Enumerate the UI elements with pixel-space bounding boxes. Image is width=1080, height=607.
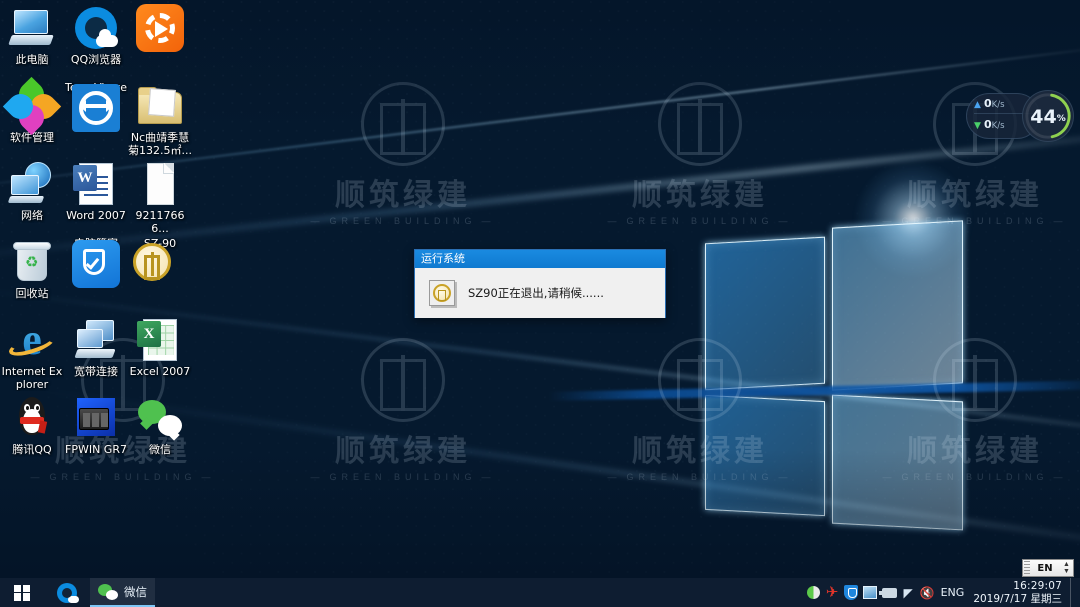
download-arrow-icon: ▼ bbox=[974, 121, 981, 131]
tray-icon-wifi[interactable]: ◤ bbox=[899, 578, 918, 607]
fpwin-gr7-icon bbox=[72, 394, 120, 442]
desktop-icon-label: 回收站 bbox=[15, 288, 49, 300]
qq-browser-icon bbox=[72, 4, 120, 52]
desktop-icon-sunlogin[interactable]: 向日葵 bbox=[128, 4, 192, 52]
desktop-icon-sz-90[interactable]: SZ-90 bbox=[128, 238, 192, 281]
desktop-icon-label: 92117666... bbox=[135, 210, 185, 235]
desktop-icon-internet-explorer[interactable]: e Internet Explorer bbox=[0, 316, 64, 391]
taskbar[interactable]: 微信 ✈ ◤ 🔇 ENG 16:29:07 2019/7/17 星期三 bbox=[0, 578, 1080, 607]
language-bar-spinner-icon[interactable]: ▲ ▼ bbox=[1060, 561, 1073, 575]
desktop-icon-label: 微信 bbox=[149, 444, 171, 456]
desktop-icon-label: Internet Explorer bbox=[1, 366, 63, 391]
desktop-icon-recycle-bin[interactable]: ♻ 回收站 bbox=[0, 238, 64, 301]
nc-folder-icon bbox=[136, 82, 184, 130]
cpu-usage-text: 44% bbox=[1023, 91, 1073, 141]
tray-icon-usb-device[interactable] bbox=[878, 578, 899, 607]
upload-speed-unit: K/s bbox=[991, 100, 1005, 110]
desktop-icon-wechat[interactable]: 微信 bbox=[128, 394, 192, 457]
pc-manager-icon bbox=[72, 240, 120, 288]
desktop-icon-label: Word 2007 bbox=[66, 210, 126, 222]
tray-icon-status-green[interactable] bbox=[804, 578, 823, 607]
word-2007-icon: W bbox=[72, 160, 120, 208]
desktop-icon-excel-2007[interactable]: X Excel 2007 bbox=[128, 316, 192, 379]
desktop-icon-network[interactable]: 网络 bbox=[0, 160, 64, 223]
desktop-icon-pc-manager[interactable]: 电脑管家 bbox=[64, 238, 128, 288]
excel-2007-icon: X bbox=[136, 316, 184, 364]
desktop-icon-label: 腾讯QQ bbox=[12, 444, 52, 456]
file-92117666-icon bbox=[136, 160, 184, 208]
sz-90-icon bbox=[133, 243, 171, 281]
dialog-body: SZ90正在退出,请稍候...... bbox=[415, 268, 665, 318]
clock-date: 2019/7/17 星期三 bbox=[973, 592, 1062, 605]
broadband-connection-icon bbox=[72, 316, 120, 364]
upload-speed-value: 0 bbox=[984, 97, 992, 110]
wechat-icon bbox=[136, 394, 184, 442]
desktop-icon-software-manager[interactable]: 软件管理 bbox=[0, 76, 64, 145]
taskbar-item-label: 微信 bbox=[124, 584, 147, 599]
wechat-icon bbox=[98, 583, 118, 600]
windows-logo-icon bbox=[14, 584, 30, 601]
taskbar-clock[interactable]: 16:29:07 2019/7/17 星期三 bbox=[971, 580, 1070, 606]
language-bar[interactable]: EN ▲ ▼ bbox=[1022, 559, 1074, 577]
show-desktop-button[interactable] bbox=[1070, 578, 1076, 607]
desktop-icon-label: Excel 2007 bbox=[129, 366, 191, 378]
system-tray[interactable]: ✈ ◤ 🔇 ENG 16:29:07 2019/7/17 星期三 bbox=[804, 578, 1080, 607]
download-speed-value: 0 bbox=[984, 118, 992, 131]
dialog-title: 运行系统 bbox=[421, 252, 465, 265]
desktop-icon-label: QQ浏览器 bbox=[70, 54, 122, 66]
run-system-dialog[interactable]: 运行系统 SZ90正在退出,请稍候...... bbox=[414, 249, 666, 318]
teamviewer-13-icon bbox=[72, 84, 120, 132]
desktop-icon-this-pc[interactable]: 此电脑 bbox=[0, 4, 64, 67]
desktop-icon-label: Nc曲靖季慧菊132.5㎡... bbox=[128, 132, 192, 157]
desktop-icon-label: FPWIN GR7 bbox=[65, 444, 127, 456]
language-bar-mode[interactable]: EN bbox=[1030, 563, 1060, 574]
dialog-titlebar[interactable]: 运行系统 bbox=[415, 250, 665, 268]
this-pc-icon bbox=[8, 4, 56, 52]
cpu-usage-unit: % bbox=[1056, 114, 1066, 124]
desktop-icon-fpwin-gr7[interactable]: FPWIN GR7 bbox=[64, 394, 128, 457]
sunlogin-icon bbox=[136, 4, 184, 52]
tray-icon-picture[interactable] bbox=[861, 578, 880, 607]
desktop-icon-label: 宽带连接 bbox=[74, 366, 118, 378]
desktop-icon-label: 此电脑 bbox=[15, 54, 49, 66]
tencent-qq-icon bbox=[8, 394, 56, 442]
clock-time: 16:29:07 bbox=[1013, 579, 1062, 592]
internet-explorer-icon: e bbox=[6, 316, 58, 364]
taskbar-qq-browser-button[interactable] bbox=[44, 578, 90, 607]
software-manager-icon bbox=[2, 76, 62, 136]
cpu-usage-value: 44 bbox=[1030, 106, 1057, 128]
desktop-icon-label: 网络 bbox=[21, 210, 43, 222]
dialog-message: SZ90正在退出,请稍候...... bbox=[468, 286, 604, 300]
sz90-app-icon bbox=[429, 280, 455, 306]
qq-browser-icon bbox=[57, 582, 79, 603]
cpu-usage-dial[interactable]: 44% bbox=[1022, 90, 1074, 142]
tray-input-language[interactable]: ENG bbox=[941, 586, 965, 599]
taskbar-item-wechat[interactable]: 微信 bbox=[90, 578, 155, 607]
download-speed-unit: K/s bbox=[991, 121, 1005, 131]
desktop-icon-teamviewer-13[interactable]: TeamViewer 13 bbox=[64, 82, 128, 132]
network-speed-widget[interactable]: ▲ 0K/s ▼ 0K/s 44% bbox=[966, 90, 1074, 142]
desktop-icon-file-92117666[interactable]: 92117666... bbox=[128, 160, 192, 235]
start-button[interactable] bbox=[0, 578, 44, 607]
recycle-bin-icon: ♻ bbox=[8, 238, 56, 286]
desktop-icon-broadband-connection[interactable]: 宽带连接 bbox=[64, 316, 128, 379]
desktop-icon-word-2007[interactable]: W Word 2007 bbox=[64, 160, 128, 223]
desktop-icon-qq-browser[interactable]: QQ浏览器 bbox=[64, 4, 128, 67]
desktop-icon-nc-folder[interactable]: Nc曲靖季慧菊132.5㎡... bbox=[128, 82, 192, 157]
desktop-icon-tencent-qq[interactable]: 腾讯QQ bbox=[0, 394, 64, 457]
network-icon bbox=[7, 160, 56, 208]
tray-icon-red-plane[interactable]: ✈ bbox=[823, 578, 842, 607]
tray-icon-volume-muted[interactable]: 🔇 bbox=[918, 578, 937, 607]
tray-icon-security-shield[interactable] bbox=[842, 578, 861, 607]
